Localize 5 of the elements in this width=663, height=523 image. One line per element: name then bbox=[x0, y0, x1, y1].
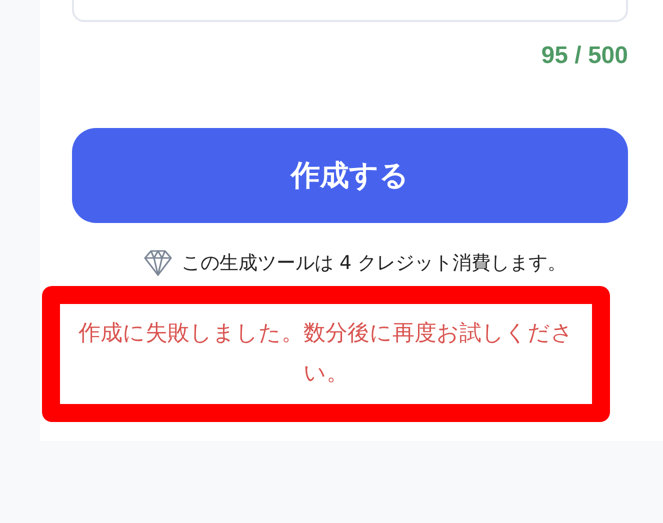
credit-note: この生成ツールは 4 クレジット消費します。 bbox=[181, 251, 567, 276]
create-button[interactable]: 作成する bbox=[72, 128, 628, 223]
error-message: 作成に失敗しました。数分後に再度お試しください。 bbox=[78, 320, 574, 388]
diamond-icon bbox=[143, 249, 174, 278]
character-counter: 95 / 500 bbox=[540, 44, 628, 68]
